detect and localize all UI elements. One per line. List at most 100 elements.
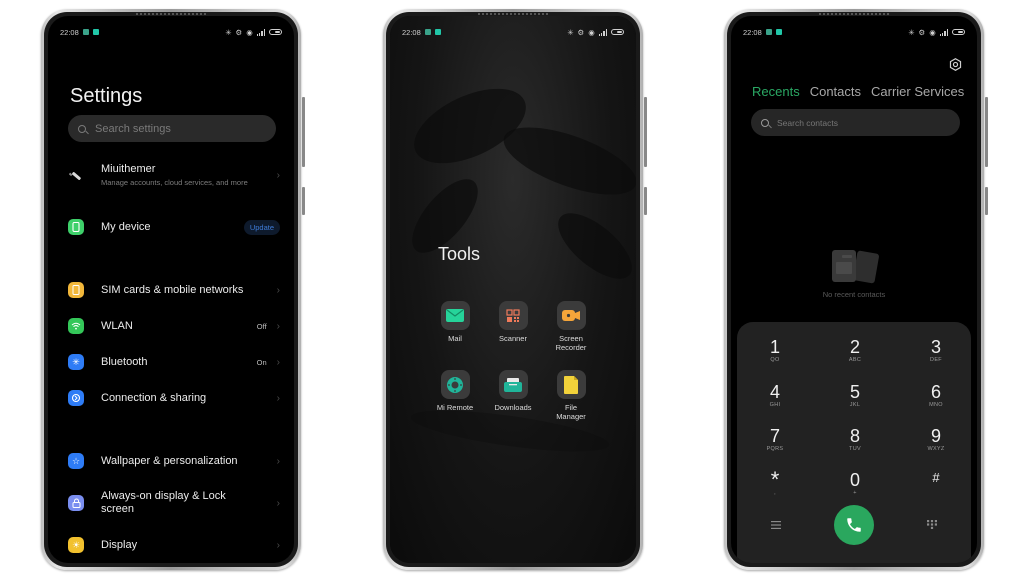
key-1[interactable]: 1 QO (745, 337, 805, 364)
bluetooth-status-icon: ✳ (908, 27, 915, 37)
power-button (644, 187, 647, 215)
phone-device-icon (68, 219, 84, 235)
key-2[interactable]: 2 ABC (825, 337, 885, 364)
phone-icon (847, 518, 861, 532)
bluetooth-status-icon: ✳ (225, 27, 232, 37)
status-bar: 22:08 ✳ ⚙ ◉ (60, 26, 282, 38)
volume-button (644, 97, 647, 167)
wifi-icon (68, 318, 84, 334)
app-scanner[interactable]: Scanner (487, 301, 539, 343)
settings-item-lock-screen[interactable]: Always-on display & Lock screen › (68, 490, 280, 516)
update-badge[interactable]: Update (243, 219, 280, 235)
key-0[interactable]: 0 + (825, 470, 885, 497)
hotspot-status-icon: ◉ (588, 27, 595, 37)
key-digit: 4 (769, 382, 780, 402)
home-screen: 22:08 ✳ ⚙ ◉ Tools Mail Scanner Screen Re… (390, 16, 636, 563)
key-letters: DEF (930, 357, 942, 363)
key-digit: 5 (849, 382, 860, 402)
status-time: 22:08 (743, 27, 762, 37)
settings-item-label: SIM cards & mobile networks (101, 283, 244, 296)
status-time: 22:08 (60, 27, 79, 37)
call-notification-icon (82, 29, 89, 35)
settings-item-sim[interactable]: SIM cards & mobile networks › (68, 282, 280, 298)
search-contacts-input[interactable]: Search contacts (751, 109, 960, 136)
battery-icon (611, 29, 624, 35)
tab-carrier-services[interactable]: Carrier Services (871, 84, 964, 99)
status-bar: 22:08 ✳ ⚙ ◉ (743, 26, 965, 38)
key-letters: ABC (848, 357, 862, 363)
sun-icon: ☀ (68, 537, 84, 553)
key-hash[interactable]: # (906, 468, 966, 488)
settings-gear-icon[interactable] (949, 58, 962, 71)
settings-item-label: Always-on display & Lock screen (101, 490, 226, 515)
app-mail[interactable]: Mail (429, 301, 481, 343)
dnd-status-icon: ⚙ (918, 27, 926, 37)
key-5[interactable]: 5 JKL (825, 382, 885, 409)
key-star[interactable]: *, (745, 467, 805, 497)
signal-icon (939, 28, 948, 36)
chevron-right-icon: › (276, 392, 280, 404)
key-letters: GHI (769, 402, 781, 408)
settings-item-my-device[interactable]: My device Update (68, 219, 280, 235)
status-time: 22:08 (402, 27, 421, 37)
chevron-right-icon: › (276, 497, 280, 509)
key-digit: * (770, 467, 780, 492)
key-digit: 0 (849, 470, 860, 490)
key-digit: 9 (930, 426, 941, 446)
dialpad-toggle-icon[interactable] (927, 520, 937, 530)
key-6[interactable]: 6 MNO (906, 382, 966, 409)
settings-item-bluetooth[interactable]: ✳ Bluetooth On › (68, 354, 280, 370)
search-icon (78, 124, 86, 133)
app-label: Scanner (499, 334, 527, 343)
settings-item-connection[interactable]: Connection & sharing › (68, 390, 280, 406)
app-downloads[interactable]: Downloads (487, 370, 539, 412)
volume-button (302, 97, 305, 167)
call-button[interactable] (834, 505, 874, 545)
settings-item-label: Wallpaper & personalization (101, 454, 238, 467)
settings-item-display[interactable]: ☀ Display › (68, 537, 280, 553)
app-notification-icon (775, 29, 782, 35)
app-label: Mail (448, 334, 462, 343)
settings-item-label: Miuithemer (101, 163, 156, 175)
wlan-status-value: Off (256, 321, 267, 331)
earpiece-speaker (819, 13, 889, 15)
chevron-right-icon: › (276, 284, 280, 296)
dial-pad: 1 QO 2 ABC 3 DEF 4 GHI 5 JKL 6 MNO 7 PQRS 8 TUV … (737, 322, 971, 563)
tab-contacts[interactable]: Contacts (810, 84, 861, 99)
dnd-status-icon: ⚙ (577, 27, 585, 37)
file-manager-icon (556, 370, 586, 399)
search-settings-input[interactable]: Search settings (68, 115, 276, 142)
tab-recents[interactable]: Recents (752, 84, 800, 99)
key-7[interactable]: 7 PQRS (745, 426, 805, 453)
key-digit: 3 (930, 337, 941, 357)
connection-icon (68, 390, 84, 406)
settings-item-wlan[interactable]: WLAN Off › (68, 318, 280, 334)
app-screen-recorder[interactable]: Screen Recorder (545, 301, 597, 352)
folder-title: Tools (438, 244, 481, 264)
key-9[interactable]: 9 WXYZ (906, 426, 966, 453)
mail-icon (440, 301, 470, 330)
app-mi-remote[interactable]: Mi Remote (429, 370, 481, 412)
phone-dialer: 22:08 ✳ ⚙ ◉ Recents Contacts Carrier Ser… (724, 9, 988, 570)
app-notification-icon (92, 29, 99, 35)
bluetooth-icon: ✳ (68, 354, 84, 370)
settings-item-subtitle: Manage accounts, cloud services, and mor… (101, 178, 248, 187)
menu-icon[interactable] (771, 520, 781, 530)
key-letters: , (774, 490, 776, 496)
app-file-manager[interactable]: File Manager (545, 370, 597, 421)
downloads-icon (498, 370, 528, 399)
key-digit: 2 (849, 337, 860, 357)
key-4[interactable]: 4 GHI (745, 382, 805, 409)
settings-item-wallpaper[interactable]: ☆ Wallpaper & personalization › (68, 453, 280, 469)
empty-state: No recent contacts (731, 248, 977, 299)
empty-state-text: No recent contacts (822, 290, 886, 299)
earpiece-speaker (136, 13, 206, 15)
key-3[interactable]: 3 DEF (906, 337, 966, 364)
page-title: Settings (70, 85, 143, 107)
phone-settings: 22:08 ✳ ⚙ ◉ Settings Search settings Miu… (41, 9, 305, 570)
scanner-icon (498, 301, 528, 330)
settings-item-label: My device (101, 220, 151, 233)
mi-remote-icon (440, 370, 470, 399)
settings-item-account[interactable]: Miuithemer Manage accounts, cloud servic… (68, 163, 280, 187)
key-8[interactable]: 8 TUV (825, 426, 885, 453)
